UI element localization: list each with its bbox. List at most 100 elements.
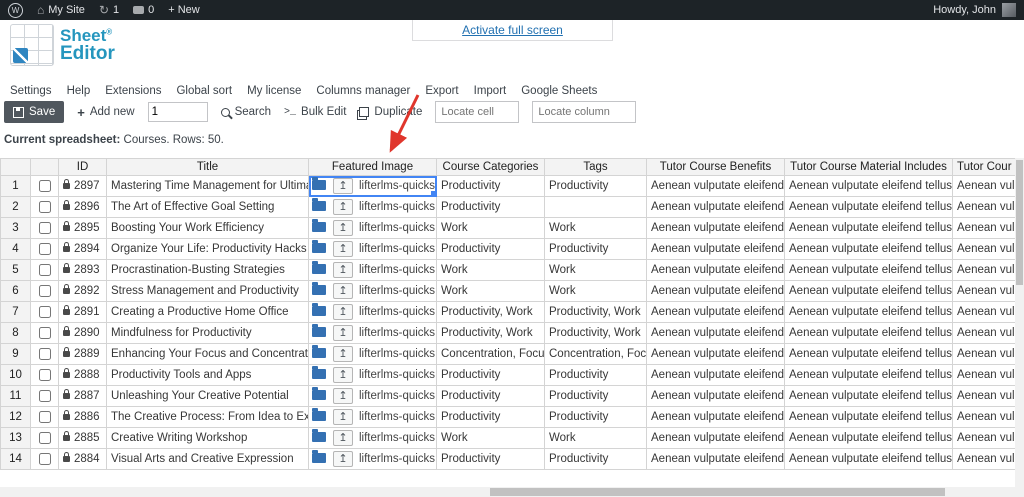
title-cell[interactable]: Creative Writing Workshop (106, 427, 309, 449)
tutor-benefits-cell[interactable]: Aenean vulputate eleifend tel... (646, 364, 785, 386)
menu-item-import[interactable]: Import (474, 85, 507, 97)
title-cell[interactable]: Creating a Productive Home Office (106, 301, 309, 323)
tutor-materials-cell[interactable]: Aenean vulputate eleifend tellus Susp... (784, 301, 953, 323)
bulk-edit-button[interactable]: >_ Bulk Edit (284, 106, 346, 118)
row-number[interactable]: 13 (0, 427, 31, 449)
row-number[interactable]: 11 (0, 385, 31, 407)
row-checkbox[interactable] (38, 452, 51, 465)
title-cell[interactable]: Mastering Time Management for Ultimate P… (106, 175, 309, 197)
tags-cell[interactable]: Work (544, 217, 647, 239)
featured-image-cell[interactable]: ↥ lifterlms-quicks... (308, 238, 437, 260)
tutor-benefits-cell[interactable]: Aenean vulputate eleifend tel... (646, 385, 785, 407)
title-cell[interactable]: Enhancing Your Focus and Concentration (106, 343, 309, 365)
column-header-course-categories[interactable]: Course Categories (436, 158, 545, 176)
column-header-featured-image[interactable]: Featured Image (308, 158, 437, 176)
featured-image-cell[interactable]: ↥ lifterlms-quicks... (308, 448, 437, 470)
add-new-count-input[interactable] (147, 102, 208, 122)
tutor-benefits-cell[interactable]: Aenean vulputate eleifend tel... (646, 301, 785, 323)
tags-cell[interactable]: Work (544, 427, 647, 449)
upload-image-button[interactable]: ↥ (333, 388, 353, 404)
tutor-materials-cell[interactable]: Aenean vulputate eleifend tellus Susp... (784, 259, 953, 281)
featured-image-cell[interactable]: ↥ lifterlms-quicks... (308, 196, 437, 218)
tutor-extra-cell[interactable]: Aenean vulputa... (952, 406, 1015, 428)
title-cell[interactable]: Procrastination-Busting Strategies (106, 259, 309, 281)
tutor-materials-cell[interactable]: Aenean vulputate eleifend tellus Susp... (784, 322, 953, 344)
duplicate-button[interactable]: Duplicate (357, 106, 422, 120)
id-cell[interactable]: 2893 (58, 259, 107, 281)
upload-image-button[interactable]: ↥ (333, 325, 353, 341)
menu-item-extensions[interactable]: Extensions (105, 85, 161, 97)
search-button[interactable]: Search (220, 106, 271, 118)
row-checkbox[interactable] (38, 347, 51, 360)
tutor-benefits-cell[interactable]: Aenean vulputate eleifend tel... (646, 427, 785, 449)
tutor-extra-cell[interactable]: Aenean vulputa... (952, 280, 1015, 302)
row-number[interactable]: 12 (0, 406, 31, 428)
tags-cell[interactable] (544, 196, 647, 218)
comments-link[interactable]: 0 (133, 4, 154, 16)
id-cell[interactable]: 2885 (58, 427, 107, 449)
tutor-materials-cell[interactable]: Aenean vulputate eleifend tellus Susp... (784, 217, 953, 239)
featured-image-cell[interactable]: ↥ lifterlms-quicks... (308, 343, 437, 365)
tutor-materials-cell[interactable]: Aenean vulputate eleifend tellus Susp... (784, 385, 953, 407)
upload-image-button[interactable]: ↥ (333, 241, 353, 257)
tutor-materials-cell[interactable]: Aenean vulputate eleifend tellus Susp... (784, 406, 953, 428)
row-checkbox[interactable] (38, 326, 51, 339)
upload-image-button[interactable]: ↥ (333, 430, 353, 446)
course-categories-cell[interactable]: Productivity, Work (436, 322, 545, 344)
row-checkbox[interactable] (38, 179, 51, 192)
upload-image-button[interactable]: ↥ (333, 283, 353, 299)
row-checkbox[interactable] (38, 389, 51, 402)
column-header-tutor-materials[interactable]: Tutor Course Material Includes (784, 158, 953, 176)
row-checkbox[interactable] (38, 200, 51, 213)
user-avatar[interactable] (1002, 3, 1016, 17)
my-site-link[interactable]: ⌂ My Site (37, 4, 85, 16)
id-cell[interactable]: 2896 (58, 196, 107, 218)
title-cell[interactable]: Mindfulness for Productivity (106, 322, 309, 344)
tags-cell[interactable]: Concentration, Focu... (544, 343, 647, 365)
row-number[interactable]: 10 (0, 364, 31, 386)
upload-image-button[interactable]: ↥ (333, 199, 353, 215)
upload-image-button[interactable]: ↥ (333, 409, 353, 425)
tutor-materials-cell[interactable]: Aenean vulputate eleifend tellus Susp... (784, 238, 953, 260)
id-cell[interactable]: 2895 (58, 217, 107, 239)
row-number[interactable]: 14 (0, 448, 31, 470)
tutor-extra-cell[interactable]: Aenean vulputa... (952, 385, 1015, 407)
tutor-benefits-cell[interactable]: Aenean vulputate eleifend tel... (646, 406, 785, 428)
course-categories-cell[interactable]: Productivity (436, 364, 545, 386)
course-categories-cell[interactable]: Productivity (436, 448, 545, 470)
title-cell[interactable]: Unleashing Your Creative Potential (106, 385, 309, 407)
upload-image-button[interactable]: ↥ (333, 220, 353, 236)
featured-image-cell[interactable]: ↥ lifterlms-quicks... (308, 322, 437, 344)
column-header-tutor-extra[interactable]: Tutor Cour (952, 158, 1015, 176)
tutor-extra-cell[interactable]: Aenean vulputa... (952, 301, 1015, 323)
row-checkbox[interactable] (38, 305, 51, 318)
upload-image-button[interactable]: ↥ (333, 367, 353, 383)
course-categories-cell[interactable]: Concentration, Focu... (436, 343, 545, 365)
add-new-button[interactable]: + Add new (77, 105, 134, 120)
row-number[interactable]: 9 (0, 343, 31, 365)
row-checkbox[interactable] (38, 284, 51, 297)
tutor-benefits-cell[interactable]: Aenean vulputate eleifend tel... (646, 448, 785, 470)
featured-image-cell[interactable]: ↥ lifterlms-quicks... (308, 280, 437, 302)
title-cell[interactable]: Boosting Your Work Efficiency (106, 217, 309, 239)
row-checkbox[interactable] (38, 431, 51, 444)
locate-cell-input[interactable] (435, 101, 520, 123)
course-categories-cell[interactable]: Productivity (436, 175, 545, 197)
tutor-benefits-cell[interactable]: Aenean vulputate eleifend tel... (646, 175, 785, 197)
title-cell[interactable]: Productivity Tools and Apps (106, 364, 309, 386)
id-cell[interactable]: 2890 (58, 322, 107, 344)
featured-image-cell[interactable]: ↥ lifterlms-quicks... (308, 385, 437, 407)
course-categories-cell[interactable]: Productivity (436, 238, 545, 260)
row-checkbox[interactable] (38, 221, 51, 234)
course-categories-cell[interactable]: Productivity (436, 406, 545, 428)
tutor-materials-cell[interactable]: Aenean vulputate eleifend tellus Susp... (784, 196, 953, 218)
tutor-materials-cell[interactable]: Aenean vulputate eleifend tellus Susp... (784, 448, 953, 470)
tutor-benefits-cell[interactable]: Aenean vulputate eleifend tel... (646, 280, 785, 302)
tutor-benefits-cell[interactable]: Aenean vulputate eleifend tel... (646, 322, 785, 344)
horizontal-scrollbar-thumb[interactable] (490, 488, 945, 496)
row-number[interactable]: 2 (0, 196, 31, 218)
column-header-tags[interactable]: Tags (544, 158, 647, 176)
featured-image-cell[interactable]: ↥ lifterlms-quicks... (308, 301, 437, 323)
checkbox-column-header[interactable] (30, 158, 59, 176)
course-categories-cell[interactable]: Work (436, 427, 545, 449)
